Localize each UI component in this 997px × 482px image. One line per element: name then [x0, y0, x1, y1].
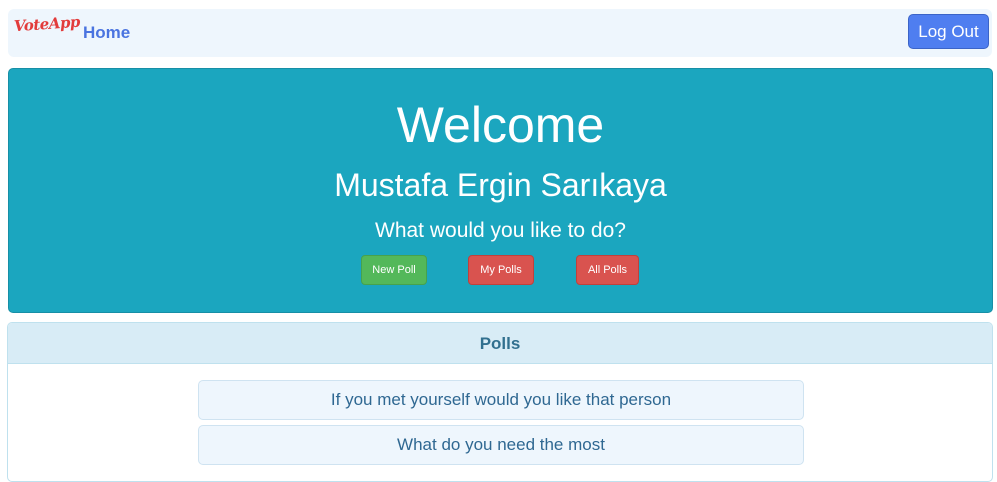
logout-button[interactable]: Log Out [908, 14, 989, 49]
nav-link-home[interactable]: Home [83, 23, 130, 43]
my-polls-button[interactable]: My Polls [468, 255, 534, 285]
prompt-question: What would you like to do? [375, 219, 626, 242]
all-polls-button[interactable]: All Polls [576, 255, 639, 285]
welcome-title: Welcome [396, 97, 605, 153]
polls-panel: Polls If you met yourself would you like… [7, 322, 993, 482]
user-name: Mustafa Ergin Sarıkaya [334, 167, 667, 203]
new-poll-button[interactable]: New Poll [361, 255, 427, 285]
polls-header: Polls [8, 323, 992, 364]
poll-list-item[interactable]: If you met yourself would you like that … [198, 380, 804, 420]
navbar: VoteApp Home Log Out [8, 9, 992, 57]
brand-logo[interactable]: VoteApp [13, 13, 80, 36]
poll-list-item[interactable]: What do you need the most [198, 425, 804, 465]
welcome-jumbotron: Welcome Mustafa Ergin Sarıkaya What woul… [8, 68, 993, 313]
